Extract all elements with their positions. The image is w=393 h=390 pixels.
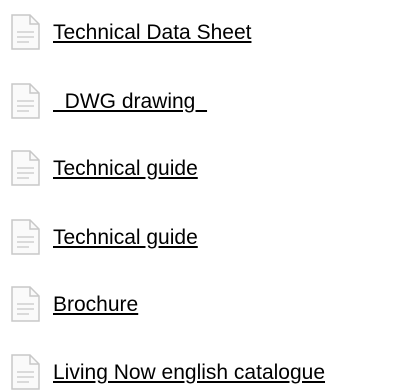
- document-icon: [9, 219, 41, 255]
- technical-guide-link-2[interactable]: Technical guide: [53, 227, 198, 248]
- dwg-drawing-link[interactable]: DWG drawing: [53, 91, 207, 112]
- living-now-catalogue-link[interactable]: Living Now english catalogue: [53, 362, 325, 383]
- brochure-link[interactable]: Brochure: [53, 294, 138, 315]
- list-item: DWG drawing: [0, 83, 207, 119]
- technical-data-sheet-link[interactable]: Technical Data Sheet: [53, 22, 251, 43]
- list-item: Living Now english catalogue: [0, 354, 325, 390]
- list-item: Technical guide: [0, 150, 198, 186]
- document-icon: [9, 150, 41, 186]
- list-item: Technical Data Sheet: [0, 14, 251, 50]
- document-icon: [9, 14, 41, 50]
- list-item: Brochure: [0, 286, 138, 322]
- document-icon: [9, 286, 41, 322]
- document-icon: [9, 83, 41, 119]
- document-icon: [9, 354, 41, 390]
- list-item: Technical guide: [0, 219, 198, 255]
- technical-guide-link[interactable]: Technical guide: [53, 158, 198, 179]
